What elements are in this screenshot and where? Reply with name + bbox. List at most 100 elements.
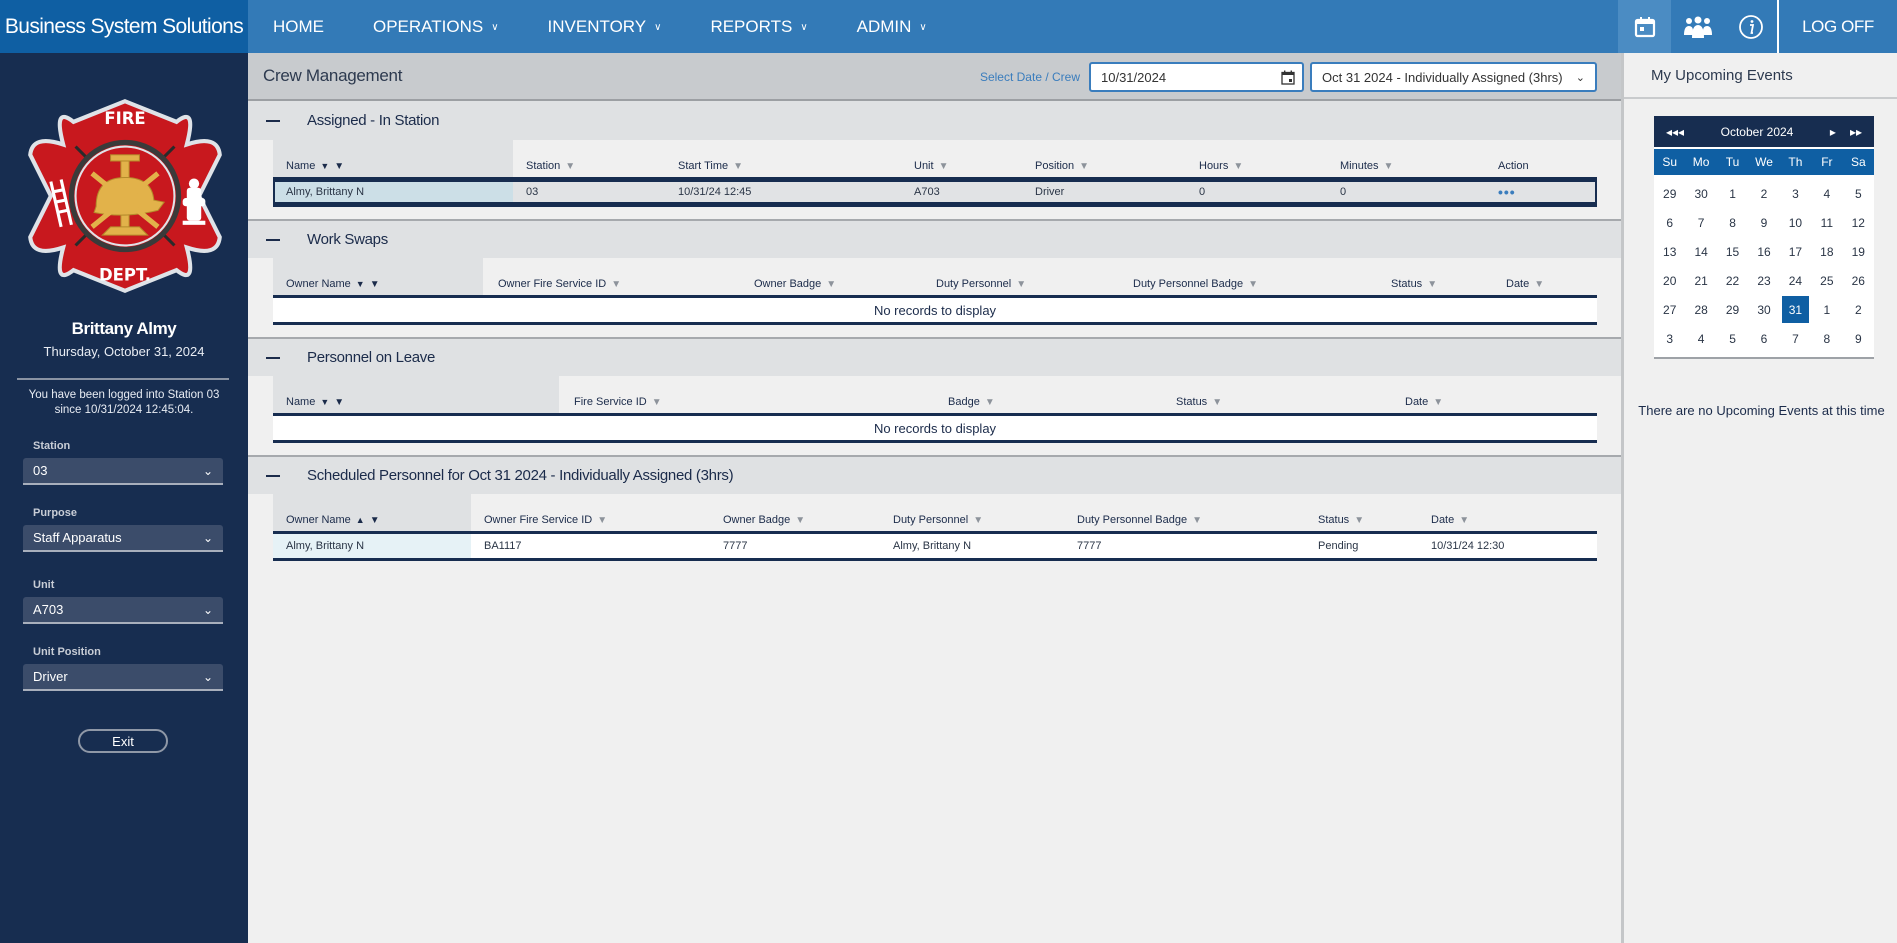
brand-logo[interactable]: Business System Solutions — [0, 0, 248, 53]
calendar-day[interactable]: 12 — [1843, 208, 1874, 237]
calendar-day[interactable]: 20 — [1654, 266, 1685, 295]
sort-desc-icon[interactable]: ▼ — [356, 279, 365, 289]
filter-icon[interactable]: ▼ — [1534, 279, 1544, 290]
filter-icon[interactable]: ▼ — [1354, 515, 1364, 526]
filter-icon[interactable]: ▼ — [1212, 397, 1222, 408]
column-header-status[interactable]: Status ▼ — [1305, 514, 1418, 526]
calendar-day[interactable]: 23 — [1748, 266, 1779, 295]
month-label[interactable]: October 2024 — [1684, 125, 1830, 139]
prev-year-icon[interactable]: ◂◂ — [1666, 125, 1678, 139]
column-header-minutes[interactable]: Minutes ▼ — [1327, 160, 1485, 172]
calendar-day[interactable]: 14 — [1685, 237, 1716, 266]
collapse-icon[interactable] — [266, 474, 280, 477]
calendar-day[interactable]: 25 — [1811, 266, 1842, 295]
filter-icon[interactable]: ▼ — [1233, 161, 1243, 172]
filter-icon[interactable]: ▼ — [1079, 161, 1089, 172]
filter-icon[interactable]: ▼ — [597, 515, 607, 526]
calendar-day[interactable]: 9 — [1843, 324, 1874, 353]
filter-icon[interactable]: ▼ — [1459, 515, 1469, 526]
filter-icon[interactable]: ▼ — [1248, 279, 1258, 290]
calendar-button[interactable] — [1618, 0, 1671, 53]
sort-desc-icon[interactable]: ▼ — [320, 161, 329, 171]
filter-icon[interactable]: ▼ — [1016, 279, 1026, 290]
nav-admin[interactable]: ADMIN ∨ — [832, 17, 927, 37]
group-button[interactable] — [1671, 0, 1724, 53]
calendar-day[interactable]: 11 — [1811, 208, 1842, 237]
nav-home[interactable]: HOME — [248, 17, 324, 37]
filter-icon[interactable]: ▼ — [652, 397, 662, 408]
calendar-day[interactable]: 1 — [1811, 295, 1842, 324]
calendar-day[interactable]: 13 — [1654, 237, 1685, 266]
date-input[interactable]: 10/31/2024 — [1089, 62, 1304, 92]
filter-icon[interactable]: ▼ — [939, 161, 949, 172]
calendar-icon[interactable] — [1281, 70, 1295, 85]
calendar-day[interactable]: 21 — [1685, 266, 1716, 295]
calendar-day[interactable]: 8 — [1811, 324, 1842, 353]
calendar-day[interactable]: 29 — [1717, 295, 1748, 324]
unit-position-select[interactable]: Driver ⌄ — [23, 664, 223, 691]
calendar-day[interactable]: 15 — [1717, 237, 1748, 266]
nav-operations[interactable]: OPERATIONS ∨ — [348, 17, 499, 37]
filter-icon[interactable]: ▼ — [370, 279, 380, 290]
column-header-start-time[interactable]: Start Time ▼ — [665, 160, 901, 172]
column-header-status[interactable]: Status ▼ — [1378, 278, 1493, 290]
column-header-name[interactable]: Name ▼ ▼ — [273, 396, 561, 408]
calendar-day[interactable]: 6 — [1654, 208, 1685, 237]
filter-icon[interactable]: ▼ — [1192, 515, 1202, 526]
calendar-day[interactable]: 9 — [1748, 208, 1779, 237]
filter-icon[interactable]: ▼ — [611, 279, 621, 290]
more-actions-icon[interactable]: ••• — [1498, 184, 1516, 200]
collapse-icon[interactable] — [266, 356, 280, 359]
calendar-day[interactable]: 3 — [1780, 179, 1811, 208]
calendar-day[interactable]: 3 — [1654, 324, 1685, 353]
column-header-duty-personnel[interactable]: Duty Personnel ▼ — [880, 514, 1064, 526]
calendar-day-selected[interactable]: 31 — [1781, 296, 1810, 323]
calendar-day[interactable]: 4 — [1811, 179, 1842, 208]
column-header-date[interactable]: Date ▼ — [1392, 396, 1592, 408]
column-header-status[interactable]: Status ▼ — [1163, 396, 1392, 408]
info-button[interactable] — [1724, 0, 1777, 53]
log-off-button[interactable]: LOG OFF — [1777, 0, 1897, 53]
calendar-day[interactable]: 29 — [1654, 179, 1685, 208]
filter-icon[interactable]: ▼ — [1384, 161, 1394, 172]
calendar-day[interactable]: 16 — [1748, 237, 1779, 266]
column-header-date[interactable]: Date ▼ — [1493, 278, 1597, 290]
calendar-day[interactable]: 26 — [1843, 266, 1874, 295]
crew-select[interactable]: Oct 31 2024 - Individually Assigned (3hr… — [1310, 62, 1597, 92]
sort-asc-icon[interactable]: ▲ — [356, 515, 365, 525]
calendar-day[interactable]: 2 — [1748, 179, 1779, 208]
calendar-day[interactable]: 30 — [1748, 295, 1779, 324]
column-header-duty-badge[interactable]: Duty Personnel Badge ▼ — [1064, 514, 1305, 526]
sort-desc-icon[interactable]: ▼ — [320, 397, 329, 407]
calendar-day[interactable]: 7 — [1780, 324, 1811, 353]
calendar-day[interactable]: 5 — [1843, 179, 1874, 208]
next-year-icon[interactable]: ▸▸ — [1850, 125, 1862, 139]
column-header-owner-name[interactable]: Owner Name ▼ ▼ — [273, 278, 485, 290]
calendar-day[interactable]: 19 — [1843, 237, 1874, 266]
table-row[interactable]: Almy, Brittany N 03 10/31/24 12:45 A703 … — [273, 180, 1597, 204]
column-header-owner-badge[interactable]: Owner Badge ▼ — [710, 514, 880, 526]
calendar-day[interactable]: 17 — [1780, 237, 1811, 266]
collapse-icon[interactable] — [266, 238, 280, 241]
column-header-date[interactable]: Date ▼ — [1418, 514, 1597, 526]
filter-icon[interactable]: ▼ — [733, 161, 743, 172]
filter-icon[interactable]: ▼ — [334, 397, 344, 408]
calendar-day[interactable]: 4 — [1685, 324, 1716, 353]
column-header-owner-fsid[interactable]: Owner Fire Service ID ▼ — [485, 278, 741, 290]
column-header-unit[interactable]: Unit ▼ — [901, 160, 1022, 172]
filter-icon[interactable]: ▼ — [826, 279, 836, 290]
column-header-position[interactable]: Position ▼ — [1022, 160, 1186, 172]
calendar-day[interactable]: 24 — [1780, 266, 1811, 295]
filter-icon[interactable]: ▼ — [370, 515, 380, 526]
column-header-badge[interactable]: Badge ▼ — [935, 396, 1163, 408]
column-header-owner-name[interactable]: Owner Name ▲ ▼ — [273, 514, 471, 526]
calendar-day[interactable]: 2 — [1843, 295, 1874, 324]
filter-icon[interactable]: ▼ — [973, 515, 983, 526]
calendar-day[interactable]: 10 — [1780, 208, 1811, 237]
column-header-duty-badge[interactable]: Duty Personnel Badge ▼ — [1120, 278, 1378, 290]
column-header-owner-badge[interactable]: Owner Badge ▼ — [741, 278, 923, 290]
filter-icon[interactable]: ▼ — [985, 397, 995, 408]
column-header-owner-fsid[interactable]: Owner Fire Service ID ▼ — [471, 514, 710, 526]
column-header-duty-personnel[interactable]: Duty Personnel ▼ — [923, 278, 1120, 290]
column-header-fsid[interactable]: Fire Service ID ▼ — [561, 396, 935, 408]
